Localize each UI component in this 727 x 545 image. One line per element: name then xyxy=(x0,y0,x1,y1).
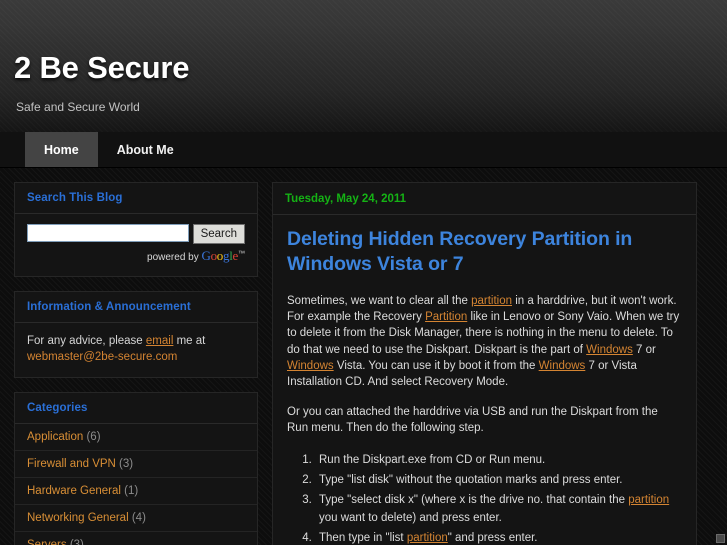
widget-title-categories: Categories xyxy=(15,393,257,424)
list-item: Run the Diskpart.exe from CD or Run menu… xyxy=(315,451,682,469)
para1-seg-e: Vista. You can use it by boot it from th… xyxy=(333,359,539,372)
site-subtitle: Safe and Secure World xyxy=(16,100,140,114)
inline-link-partition-2[interactable]: Partition xyxy=(425,311,467,323)
list-item[interactable]: Networking General (4) xyxy=(15,504,257,531)
category-link-servers[interactable]: Servers xyxy=(27,539,67,545)
widget-body-information: For any advice, please email me at webmas… xyxy=(15,323,257,377)
powered-by-google: powered by Google™ xyxy=(27,248,245,264)
widget-title-search: Search This Blog xyxy=(15,183,257,214)
category-count: (1) xyxy=(124,485,139,497)
site-header: 2 Be Secure Safe and Secure World xyxy=(0,0,727,132)
scrollbar-corner[interactable] xyxy=(716,534,725,543)
inline-link-partition-1[interactable]: partition xyxy=(471,295,512,307)
step-3-pre: Type "select disk x" (where x is the dri… xyxy=(319,493,629,506)
post-paragraph-2: Or you can attached the harddrive via US… xyxy=(287,406,658,435)
list-item[interactable]: Servers (3) xyxy=(15,531,257,545)
inline-link-windows-2[interactable]: Windows xyxy=(287,360,334,372)
list-item[interactable]: Firewall and VPN (3) xyxy=(15,450,257,477)
category-count: (3) xyxy=(119,458,134,470)
info-text: For any advice, please email me at webmas… xyxy=(27,333,245,365)
category-list: Application (6) Firewall and VPN (3) Har… xyxy=(15,424,257,545)
widget-search-this-blog: Search This Blog Search powered by Googl… xyxy=(14,182,258,277)
inline-link-partition-4[interactable]: partition xyxy=(407,532,448,544)
para1-seg-d: 7 or xyxy=(632,343,656,356)
category-link-application[interactable]: Application xyxy=(27,431,83,443)
widget-title-information: Information & Announcement xyxy=(15,292,257,323)
info-text-before: For any advice, please xyxy=(27,335,146,347)
category-link-networking-general[interactable]: Networking General xyxy=(27,512,129,524)
widget-body-search: Search powered by Google™ xyxy=(15,214,257,276)
para1-seg-a: Sometimes, we want to clear all the xyxy=(287,295,472,307)
post-paragraph-1: Sometimes, we want to clear all the part… xyxy=(287,293,682,390)
info-text-after: me at xyxy=(173,335,206,347)
post-title[interactable]: Deleting Hidden Recovery Partition in Wi… xyxy=(287,227,682,277)
nav-item-home[interactable]: Home xyxy=(25,132,98,167)
search-button[interactable]: Search xyxy=(192,224,245,244)
sidebar: Search This Blog Search powered by Googl… xyxy=(14,182,258,545)
blog-post: Tuesday, May 24, 2011 Deleting Hidden Re… xyxy=(272,182,697,545)
main-navigation: Home About Me xyxy=(0,132,727,168)
category-count: (4) xyxy=(131,512,146,524)
post-steps-list: Run the Diskpart.exe from CD or Run menu… xyxy=(315,451,682,545)
step-4-pre: Then type in "list xyxy=(319,531,407,544)
list-item[interactable]: Application (6) xyxy=(15,424,257,450)
main-content: Tuesday, May 24, 2011 Deleting Hidden Re… xyxy=(272,182,697,545)
step-1-pre: Run the Diskpart.exe from CD or Run menu… xyxy=(319,453,546,466)
category-link-firewall-and-vpn[interactable]: Firewall and VPN xyxy=(27,458,116,470)
step-3-post: you want to delete) and press enter. xyxy=(319,511,502,524)
page-wrapper: Search This Blog Search powered by Googl… xyxy=(0,168,727,545)
category-link-hardware-general[interactable]: Hardware General xyxy=(27,485,121,497)
trademark-icon: ™ xyxy=(238,250,245,258)
step-2-pre: Type "list disk" without the quotation m… xyxy=(319,473,623,486)
email-link[interactable]: email xyxy=(146,335,173,347)
list-item: Then type in "list partition" and press … xyxy=(315,529,682,545)
powered-by-label: powered by xyxy=(147,252,199,263)
search-input[interactable] xyxy=(27,224,189,242)
google-letter-g: G xyxy=(201,248,211,263)
widget-information-announcement: Information & Announcement For any advic… xyxy=(14,291,258,378)
post-date: Tuesday, May 24, 2011 xyxy=(273,183,696,215)
google-logo: Google xyxy=(202,248,239,263)
widget-categories: Categories Application (6) Firewall and … xyxy=(14,392,258,545)
inline-link-windows-1[interactable]: Windows xyxy=(586,344,633,356)
nav-item-about-me[interactable]: About Me xyxy=(98,132,193,167)
site-title: 2 Be Secure xyxy=(14,50,190,85)
inline-link-windows-3[interactable]: Windows xyxy=(539,360,586,372)
category-count: (6) xyxy=(86,431,101,443)
post-body: Deleting Hidden Recovery Partition in Wi… xyxy=(273,215,696,545)
email-address: webmaster@2be-secure.com xyxy=(27,351,178,363)
step-4-post: " and press enter. xyxy=(447,531,538,544)
search-form: Search xyxy=(27,224,245,244)
list-item: Type "list disk" without the quotation m… xyxy=(315,471,682,489)
list-item: Type "select disk x" (where x is the dri… xyxy=(315,491,682,527)
category-count: (3) xyxy=(69,539,84,545)
list-item[interactable]: Hardware General (1) xyxy=(15,477,257,504)
inline-link-partition-3[interactable]: partition xyxy=(628,494,669,506)
